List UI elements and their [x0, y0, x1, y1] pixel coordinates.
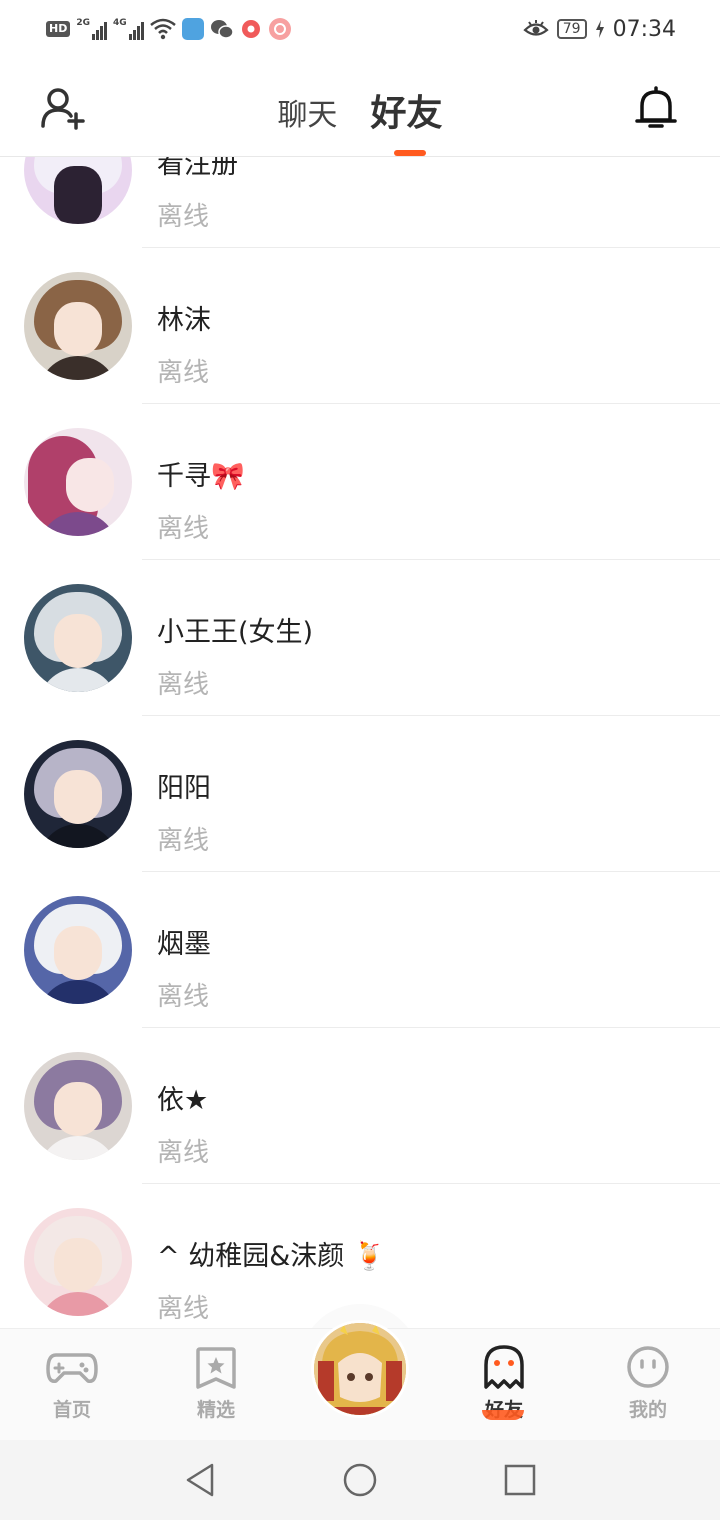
signal-icon: 4G [113, 18, 144, 40]
battery-indicator: 79 [556, 19, 587, 39]
status-icons-left: HD 2G 4G [46, 14, 292, 44]
avatar [24, 584, 132, 692]
network-type-label: 4G [113, 18, 127, 28]
friend-name: 千寻🎀 [157, 461, 245, 492]
nav-label: 精选 [196, 1399, 235, 1421]
tab-chat[interactable]: 聊天 [277, 90, 337, 134]
friend-status: 离线 [157, 982, 210, 1012]
friend-row[interactable]: 依★ 离线 [0, 1028, 720, 1184]
avatar [24, 272, 132, 380]
friend-status: 离线 [157, 1138, 210, 1168]
friend-row[interactable]: 看注册 离线 [0, 157, 720, 248]
friend-row[interactable]: 烟墨 离线 [0, 872, 720, 1028]
friend-row[interactable]: 小王王(女生) 离线 [0, 560, 720, 716]
eye-comfort-icon [523, 20, 549, 36]
friend-row[interactable]: 阳阳 离线 [0, 716, 720, 872]
system-nav-bar [0, 1440, 720, 1520]
friend-row[interactable]: 林沫 离线 [0, 248, 720, 404]
friend-status: 离线 [157, 826, 210, 856]
friend-name: 阳阳 [157, 773, 211, 804]
recents-square-icon[interactable] [500, 1462, 540, 1498]
bell-icon[interactable] [634, 84, 678, 132]
friend-status: 离线 [157, 1294, 210, 1324]
friend-name: 依★ [157, 1085, 209, 1116]
friend-name: 看注册 [157, 157, 238, 180]
nav-featured[interactable]: 精选 [171, 1345, 261, 1422]
charging-icon [595, 20, 604, 38]
friend-name: 林沫 [157, 305, 211, 336]
active-nav-indicator [482, 1410, 524, 1420]
friend-status: 离线 [157, 202, 210, 232]
avatar [314, 1323, 406, 1415]
wechat-icon [210, 20, 234, 39]
app-badge-icon [268, 18, 291, 40]
friend-status: 离线 [157, 514, 210, 544]
home-circle-icon[interactable] [340, 1462, 380, 1498]
avatar [24, 896, 132, 1004]
friend-row[interactable]: 千寻🎀 离线 [0, 404, 720, 560]
friend-name: 小王王(女生) [157, 617, 314, 648]
tab-friends[interactable]: 好友 [371, 84, 443, 136]
avatar [24, 157, 132, 224]
friend-name: 烟墨 [157, 929, 211, 960]
ghost-friends-icon [484, 1345, 524, 1389]
featured-bookmark-icon [196, 1347, 236, 1389]
avatar [24, 1208, 132, 1316]
avatar [24, 428, 132, 536]
friend-status: 离线 [157, 670, 210, 700]
gamepad-icon [46, 1353, 98, 1383]
nav-me[interactable]: 我的 [603, 1345, 693, 1422]
clock: 07:34 [612, 16, 676, 42]
smiley-profile-icon [627, 1346, 669, 1388]
signal-icon: 2G [76, 18, 107, 40]
avatar [24, 1052, 132, 1160]
friend-name: ^ 幼稚园&沫颜 🍹 [157, 1241, 387, 1272]
avatar [24, 740, 132, 848]
back-icon[interactable] [182, 1462, 222, 1498]
status-bar: HD 2G 4G 79 07:34 [0, 0, 720, 58]
nav-label: 首页 [52, 1399, 91, 1421]
friend-list[interactable]: 看注册 离线 林沫 离线 千寻🎀 离线 小王王(女生) 离线 阳阳 离线 烟墨 … [0, 157, 720, 1327]
hd-badge: HD [46, 21, 71, 37]
friend-status: 离线 [157, 358, 210, 388]
active-tab-indicator [394, 150, 426, 156]
app-notification-icon [181, 18, 204, 40]
tab-bar: 聊天 好友 [0, 84, 720, 136]
status-icons-right: 79 07:34 [523, 14, 676, 44]
center-avatar-button[interactable] [311, 1320, 409, 1418]
nav-home[interactable]: 首页 [27, 1345, 117, 1422]
record-icon [241, 20, 260, 38]
network-type-label: 2G [76, 18, 90, 28]
wifi-icon [149, 18, 176, 40]
nav-label: 我的 [628, 1399, 667, 1421]
top-header: 聊天 好友 [0, 58, 720, 157]
